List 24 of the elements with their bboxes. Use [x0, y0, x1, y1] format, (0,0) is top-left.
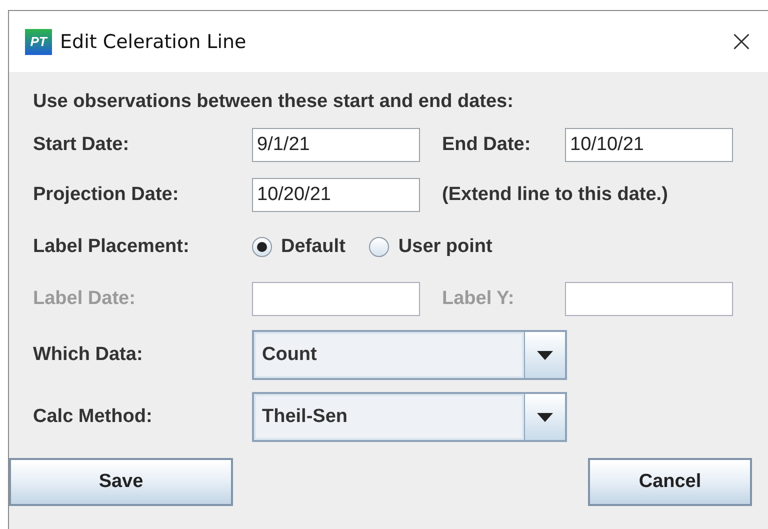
- window-title: Edit Celeration Line: [60, 30, 248, 52]
- field-label: Projection Date:: [33, 184, 179, 206]
- radio-button[interactable]: Default: [252, 236, 346, 258]
- field-label: Label Placement:: [33, 236, 190, 258]
- radio-button[interactable]: User point: [369, 236, 492, 258]
- field-label: End Date:: [442, 134, 531, 156]
- cancel-button[interactable]: Cancel: [588, 458, 752, 506]
- instruction-text: Use observations between these start and end dates:: [33, 90, 514, 114]
- save-button[interactable]: Save: [9, 458, 233, 506]
- close-button[interactable]: ×: [728, 24, 754, 59]
- input-field[interactable]: 10/20/21: [252, 178, 420, 212]
- app-icon: PT: [25, 28, 52, 54]
- field-label: Label Date:: [33, 288, 136, 310]
- input-field[interactable]: 10/10/21: [565, 128, 733, 162]
- field-label: Calc Method:: [33, 406, 152, 428]
- input-field[interactable]: 9/1/21: [252, 128, 420, 162]
- field-label: Start Date:: [33, 134, 130, 156]
- dropdown[interactable]: Theil-Sen: [252, 392, 567, 442]
- hint-text: (Extend line to this date.): [442, 184, 668, 206]
- dropdown[interactable]: Count: [252, 330, 567, 380]
- caret-icon: [537, 350, 553, 360]
- caret-icon: [537, 412, 553, 422]
- field-label: Label Y:: [442, 288, 514, 310]
- field-label: Which Data:: [33, 344, 143, 366]
